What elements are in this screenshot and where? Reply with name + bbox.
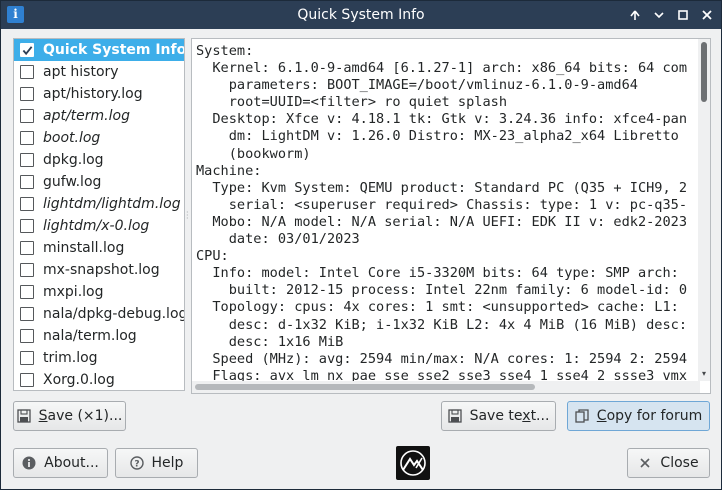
file-list-item[interactable]: apt history bbox=[14, 61, 184, 83]
info-text[interactable]: System: Kernel: 6.1.0-9-amd64 [6.1.27-1]… bbox=[196, 43, 696, 383]
save-text-label-start: Save te bbox=[469, 408, 523, 424]
file-list-item-label: Quick System Info bbox=[43, 42, 185, 58]
file-list-item[interactable]: Xorg.0.log bbox=[14, 369, 184, 390]
file-list-item-label: trim.log bbox=[43, 350, 98, 366]
minimize-icon[interactable] bbox=[649, 5, 669, 25]
about-label: About... bbox=[44, 455, 99, 471]
file-list-item-label: apt history bbox=[43, 64, 119, 80]
close-label: Close bbox=[660, 455, 699, 471]
save-x1-button[interactable]: Save (×1)... bbox=[13, 401, 126, 431]
save-x1-mnemonic: S bbox=[38, 408, 48, 424]
maximize-icon[interactable] bbox=[673, 5, 693, 25]
file-list-item[interactable]: mx-snapshot.log bbox=[14, 259, 184, 281]
file-list-item-label: apt/term.log bbox=[43, 108, 130, 124]
file-list-item[interactable]: minstall.log bbox=[14, 237, 184, 259]
checkbox[interactable] bbox=[20, 131, 34, 145]
vertical-scrollbar[interactable]: ▾ bbox=[698, 39, 710, 381]
save-text-label-end: t... bbox=[530, 408, 550, 424]
file-list-item-label: lightdm/lightdm.log bbox=[43, 196, 181, 212]
file-list-item[interactable]: trim.log bbox=[14, 347, 184, 369]
horizontal-scrollbar[interactable] bbox=[192, 381, 700, 393]
checkbox[interactable] bbox=[20, 329, 34, 343]
window-title: Quick System Info bbox=[297, 7, 425, 23]
quick-system-info-window: i Quick System Info Quick System Info apt… bbox=[0, 0, 722, 490]
checkbox[interactable] bbox=[20, 65, 34, 79]
checkbox[interactable] bbox=[20, 109, 34, 123]
copy-for-forum-button[interactable]: Copy for forum bbox=[567, 401, 710, 431]
file-list-item[interactable]: nala/dpkg-debug.log bbox=[14, 303, 184, 325]
file-list-item-label: boot.log bbox=[43, 130, 101, 146]
close-button[interactable]: Close bbox=[627, 448, 710, 478]
file-list-item[interactable]: lightdm/x-0.log bbox=[14, 215, 184, 237]
svg-text:?: ? bbox=[134, 460, 139, 470]
file-list-item-label: lightdm/x-0.log bbox=[43, 218, 150, 234]
save-text-button[interactable]: Save text... bbox=[441, 401, 556, 431]
copy-forum-label: opy for forum bbox=[606, 408, 703, 424]
file-list-item[interactable]: dpkg.log bbox=[14, 149, 184, 171]
checkbox[interactable] bbox=[20, 153, 34, 167]
checkbox[interactable] bbox=[20, 87, 34, 101]
file-list-item-label: nala/dpkg-debug.log bbox=[43, 306, 185, 322]
file-list-item-label: mx-snapshot.log bbox=[43, 262, 160, 278]
file-list-item[interactable]: mxpi.log bbox=[14, 281, 184, 303]
log-file-list[interactable]: Quick System Info apt history apt/history.… bbox=[13, 38, 185, 391]
file-list-item-label: mxpi.log bbox=[43, 284, 104, 300]
help-label: Help bbox=[151, 455, 184, 471]
floppy-icon bbox=[16, 409, 31, 423]
file-list-item[interactable]: nala/term.log bbox=[14, 325, 184, 347]
save-x1-label: ave (×1)... bbox=[47, 408, 123, 424]
mx-linux-logo bbox=[396, 446, 430, 480]
checkbox-checked[interactable] bbox=[20, 43, 34, 57]
horizontal-scroll-thumb[interactable] bbox=[195, 384, 535, 390]
file-list-item[interactable]: apt/term.log bbox=[14, 105, 184, 127]
file-list-item-label: nala/term.log bbox=[43, 328, 137, 344]
vertical-scroll-thumb[interactable] bbox=[701, 42, 707, 102]
splitter-handle[interactable]: · · · bbox=[186, 209, 190, 223]
keep-above-icon[interactable] bbox=[625, 5, 645, 25]
checkbox[interactable] bbox=[20, 197, 34, 211]
file-list-item-label: Xorg.0.log bbox=[43, 372, 115, 388]
copy-icon bbox=[575, 409, 589, 423]
floppy-icon bbox=[447, 409, 462, 423]
checkbox[interactable] bbox=[20, 241, 34, 255]
checkbox[interactable] bbox=[20, 219, 34, 233]
file-list-item[interactable]: boot.log bbox=[14, 127, 184, 149]
checkbox[interactable] bbox=[20, 263, 34, 277]
save-text-mnemonic: x bbox=[522, 408, 531, 424]
checkbox[interactable] bbox=[20, 175, 34, 189]
copy-forum-mnemonic: C bbox=[596, 408, 607, 424]
file-list-item-label: minstall.log bbox=[43, 240, 125, 256]
close-window-icon[interactable] bbox=[697, 5, 717, 25]
info-circle-icon bbox=[22, 456, 36, 470]
file-list-item[interactable]: apt/history.log bbox=[14, 83, 184, 105]
title-bar[interactable]: i Quick System Info bbox=[1, 1, 721, 29]
file-list-item[interactable]: Quick System Info bbox=[14, 39, 184, 61]
file-list-item[interactable]: gufw.log bbox=[14, 171, 184, 193]
file-list-item-label: dpkg.log bbox=[43, 152, 104, 168]
checkbox[interactable] bbox=[20, 373, 34, 387]
close-x-icon bbox=[638, 456, 652, 470]
file-list-item-label: apt/history.log bbox=[43, 86, 143, 102]
scroll-down-arrow-icon[interactable]: ▾ bbox=[698, 369, 710, 379]
checkbox[interactable] bbox=[20, 307, 34, 321]
help-button[interactable]: ? Help bbox=[115, 448, 198, 478]
file-list-item-label: gufw.log bbox=[43, 174, 102, 190]
checkbox[interactable] bbox=[20, 285, 34, 299]
checkbox[interactable] bbox=[20, 351, 34, 365]
question-circle-icon: ? bbox=[129, 456, 144, 470]
file-list-item[interactable]: lightdm/lightdm.log bbox=[14, 193, 184, 215]
about-button[interactable]: About... bbox=[13, 448, 108, 478]
info-text-pane[interactable]: System: Kernel: 6.1.0-9-amd64 [6.1.27-1]… bbox=[191, 38, 711, 394]
